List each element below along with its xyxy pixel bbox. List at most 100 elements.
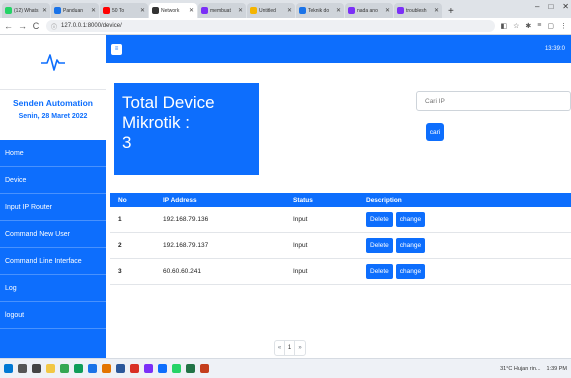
browser-tab[interactable]: membuat ✕ [198,3,246,18]
current-date: Senin, 28 Maret 2022 [18,113,88,120]
taskbar-app-icon[interactable] [144,364,153,373]
reload-icon[interactable]: C [32,21,40,31]
sidebar-item-input-ip-router[interactable]: Input IP Router [0,194,106,221]
address-bar: ← → C ⓘ 127.0.0.1:8000/device/ ◧ ☆ ✱ ≡ ▢… [0,18,571,35]
row-actions: Delete change [366,264,571,279]
forward-icon[interactable]: → [18,21,27,31]
browser-tab[interactable]: Untitled ✕ [247,3,295,18]
tab-close-icon[interactable]: ✕ [189,7,194,14]
browser-tab[interactable]: Teknik do ✕ [296,3,344,18]
clock: 13:39:0 [544,46,565,52]
taskbar-app-icon[interactable] [116,364,125,373]
extensions-icon[interactable]: ✱ [525,22,531,30]
browser-tab[interactable]: Panduan ✕ [51,3,99,18]
browser-tab[interactable]: (12) Whats ✕ [2,3,50,18]
device-table: No IP Address Status Description 1 192.1… [110,193,571,285]
taskbar-app-icon[interactable] [186,364,195,373]
tab-close-icon[interactable]: ✕ [287,7,292,14]
tab-close-icon[interactable]: ✕ [385,7,390,14]
top-bar: ≡ 13:39:0 [106,35,571,63]
side-panel-icon[interactable]: ▢ [547,22,554,30]
browser-tab[interactable]: nada ano ✕ [345,3,393,18]
taskbar-app-icon[interactable] [200,364,209,373]
tray-time[interactable]: 1:39 PM [547,366,567,372]
taskbar-app-icon[interactable] [130,364,139,373]
sidebar-item-home[interactable]: Home [0,140,106,167]
search-ip-input[interactable] [416,91,571,111]
taskbar-app-icon[interactable] [88,364,97,373]
card-title-line2: Mikrotik : [122,113,190,132]
tab-close-icon[interactable]: ✕ [42,7,47,14]
search-button[interactable]: cari [426,123,444,141]
sidebar-item-command-line-interface[interactable]: Command Line Interface [0,248,106,275]
url-field[interactable]: ⓘ 127.0.0.1:8000/device/ [46,20,495,32]
table-header: No IP Address Status Description [110,193,571,207]
browser-tab[interactable]: 50 To ✕ [100,3,148,18]
taskbar-app-icon[interactable] [172,364,181,373]
delete-button[interactable]: Delete [366,264,393,279]
browser-tab-bar: (12) Whats ✕ Panduan ✕ 50 To ✕ Network ✕ mem… [0,0,571,18]
sidebar-item-logout[interactable]: logout [0,302,106,329]
reading-list-icon[interactable]: ≡ [537,22,541,30]
delete-button[interactable]: Delete [366,212,393,227]
maximize-icon[interactable]: □ [548,2,553,11]
tab-close-icon[interactable]: ✕ [140,7,145,14]
url-text: 127.0.0.1:8000/device/ [61,23,122,29]
change-button[interactable]: change [395,264,426,279]
tab-close-icon[interactable]: ✕ [238,7,243,14]
extension-icons: ◧ ☆ ✱ ≡ ▢ ⋮ [501,22,568,30]
windows-start-icon[interactable] [4,364,13,373]
tab-favicon-icon [348,7,355,14]
company-block: Senden Automation Senin, 28 Maret 2022 [0,90,106,140]
minimize-icon[interactable]: – [535,2,539,11]
pagination: « 1 » [274,340,306,356]
system-tray: 31°C Hujan rin... 1:39 PM [500,366,567,372]
sidebar-item-command-new-user[interactable]: Command New User [0,221,106,248]
table-row: 2 192.168.79.137 Input Delete change [110,233,571,259]
close-window-icon[interactable]: ✕ [562,2,569,11]
change-button[interactable]: change [395,212,426,227]
tab-favicon-icon [5,7,12,14]
os-taskbar: 31°C Hujan rin... 1:39 PM [0,358,571,378]
tab-close-icon[interactable]: ✕ [336,7,341,14]
window-controls: – □ ✕ [535,2,569,11]
pagination-prev[interactable]: « [275,341,285,355]
header-no: No [118,196,127,204]
bookmark-star-icon[interactable]: ☆ [513,22,519,30]
tab-close-icon[interactable]: ✕ [91,7,96,14]
back-icon[interactable]: ← [4,21,13,31]
card-title-line1: Total Device [122,93,215,112]
pulse-logo-icon [41,54,65,71]
pagination-next[interactable]: » [295,341,305,355]
taskbar-app-icon[interactable] [158,364,167,373]
site-info-icon[interactable]: ⓘ [51,22,57,31]
tab-favicon-icon [201,7,208,14]
sidebar-item-log[interactable]: Log [0,275,106,302]
browser-tab[interactable]: troublesh ✕ [394,3,442,18]
sidebar-item-device[interactable]: Device [0,167,106,194]
new-tab-button[interactable]: + [443,6,459,18]
weather-text[interactable]: 31°C Hujan rin... [500,366,540,372]
device-count: 3 [122,133,132,152]
row-actions: Delete change [366,212,571,227]
share-icon[interactable]: ◧ [501,22,508,30]
file-explorer-icon[interactable] [46,364,55,373]
chrome-icon[interactable] [60,364,69,373]
table-row: 1 192.168.79.136 Input Delete change [110,207,571,233]
change-button[interactable]: change [395,238,426,253]
taskbar-app-icon[interactable] [102,364,111,373]
pagination-page[interactable]: 1 [285,341,295,355]
tab-favicon-icon [103,7,110,14]
row-ip: 60.60.60.241 [163,268,201,275]
taskbar-search-icon[interactable] [18,364,27,373]
tab-favicon-icon [54,7,61,14]
tab-close-icon[interactable]: ✕ [434,7,439,14]
browser-menu-icon[interactable]: ⋮ [560,22,567,30]
task-view-icon[interactable] [32,364,41,373]
row-ip: 192.168.79.136 [163,216,209,223]
delete-button[interactable]: Delete [366,238,393,253]
browser-tab-active[interactable]: Network ✕ [149,3,197,18]
sidebar-toggle-button[interactable]: ≡ [111,43,122,55]
taskbar-app-icon[interactable] [74,364,83,373]
tab-favicon-icon [299,7,306,14]
